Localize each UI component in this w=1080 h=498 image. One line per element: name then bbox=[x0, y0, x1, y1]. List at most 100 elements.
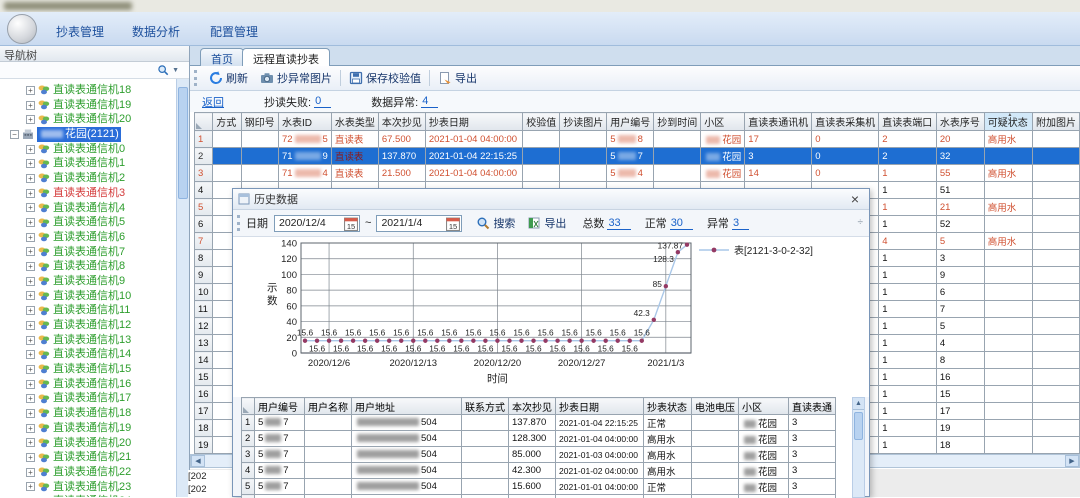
tree-expander-icon[interactable]: + bbox=[26, 291, 35, 300]
column-header[interactable]: 直读表通讯机 bbox=[745, 113, 812, 131]
row-number[interactable]: 10 bbox=[195, 284, 213, 301]
tree-node-communicator[interactable]: +直读表通信机18 bbox=[0, 83, 176, 98]
column-header[interactable]: 水表序号 bbox=[936, 113, 984, 131]
tree-expander-icon[interactable]: + bbox=[26, 86, 35, 95]
tree-expander-icon[interactable]: + bbox=[26, 101, 35, 110]
tree-expander-icon[interactable]: + bbox=[26, 306, 35, 315]
row-number[interactable]: 1 bbox=[195, 131, 213, 148]
tree-node-communicator[interactable]: +直读表通信机23 bbox=[0, 480, 176, 495]
column-header[interactable]: 直读表通 bbox=[789, 398, 836, 415]
tree-expander-icon[interactable]: + bbox=[26, 350, 35, 359]
table-row[interactable] bbox=[242, 495, 836, 498]
row-number[interactable]: 12 bbox=[195, 318, 213, 335]
tree-node-selected-community[interactable]: −花园(2121) bbox=[0, 127, 176, 142]
tree-expander-icon[interactable]: + bbox=[26, 247, 35, 256]
column-header[interactable]: 小区 bbox=[739, 398, 789, 415]
date-to-input[interactable]: 2021/1/4 15 bbox=[376, 215, 462, 232]
dialog-titlebar[interactable]: 历史数据 × bbox=[233, 189, 869, 210]
column-header[interactable]: 用户编号 bbox=[255, 398, 305, 415]
scroll-up-icon[interactable]: ▲ bbox=[853, 398, 864, 410]
row-number[interactable]: 17 bbox=[195, 403, 213, 420]
refresh-button[interactable]: 刷新 bbox=[203, 68, 254, 88]
column-header[interactable]: 联系方式 bbox=[462, 398, 509, 415]
column-header[interactable]: 附加图片 bbox=[1032, 113, 1079, 131]
tree-expander-icon[interactable]: + bbox=[26, 365, 35, 374]
column-header[interactable]: 直读表端口 bbox=[879, 113, 937, 131]
table-row[interactable]: 45750442.3002021-01-02 04:00:00高用水花园3 bbox=[242, 463, 836, 479]
scroll-right-icon[interactable]: ▶ bbox=[1065, 455, 1079, 467]
row-number[interactable] bbox=[242, 495, 255, 498]
search-button[interactable]: 搜索 bbox=[470, 213, 521, 233]
table-row[interactable]: 35750485.0002021-01-03 04:00:00高用水花园3 bbox=[242, 447, 836, 463]
tree-expander-icon[interactable]: + bbox=[26, 145, 35, 154]
tree-node-communicator[interactable]: +直读表通信机2 bbox=[0, 171, 176, 186]
row-number[interactable]: 16 bbox=[195, 386, 213, 403]
capture-abnormal-photo-button[interactable]: 抄异常图片 bbox=[254, 68, 338, 88]
select-all-corner[interactable] bbox=[242, 398, 255, 415]
save-check-value-button[interactable]: 保存校验值 bbox=[343, 68, 427, 88]
table-row[interactable]: 257504128.3002021-01-04 04:00:00高用水花园3 bbox=[242, 431, 836, 447]
tab-remote-direct-reading[interactable]: 远程直读抄表 bbox=[242, 48, 330, 66]
row-number[interactable]: 6 bbox=[195, 216, 213, 233]
table-row[interactable]: 157504137.8702021-01-04 22:15:25正常花园3 bbox=[242, 415, 836, 431]
tree-node-communicator[interactable]: +直读表通信机8 bbox=[0, 259, 176, 274]
tree-node-communicator[interactable]: +直读表通信机12 bbox=[0, 318, 176, 333]
tree-expander-icon[interactable]: + bbox=[26, 409, 35, 418]
tree-node-communicator[interactable]: +直读表通信机18 bbox=[0, 406, 176, 421]
scroll-left-icon[interactable]: ◀ bbox=[191, 455, 205, 467]
total-count[interactable]: 33 bbox=[607, 217, 630, 230]
tree-node-communicator[interactable]: +直读表通信机19 bbox=[0, 98, 176, 113]
row-number[interactable]: 11 bbox=[195, 301, 213, 318]
column-header[interactable]: 方式 bbox=[213, 113, 241, 131]
column-header[interactable]: 本次抄见 bbox=[378, 113, 425, 131]
abnormal-count[interactable]: 3 bbox=[732, 217, 749, 230]
tree-node-communicator[interactable]: +直读表通信机21 bbox=[0, 450, 176, 465]
calendar-icon[interactable]: 15 bbox=[344, 217, 358, 234]
row-number[interactable]: 7 bbox=[195, 233, 213, 250]
close-icon[interactable]: × bbox=[846, 191, 864, 207]
column-header[interactable]: 可疑状态▴ bbox=[984, 113, 1032, 131]
tree-expander-icon[interactable]: + bbox=[26, 394, 35, 403]
tree-node-communicator[interactable]: +直读表通信机20 bbox=[0, 112, 176, 127]
tree-node-communicator[interactable]: +直读表通信机3 bbox=[0, 186, 176, 201]
tree-node-communicator[interactable]: +直读表通信机4 bbox=[0, 201, 176, 216]
tab-home[interactable]: 首页 bbox=[200, 48, 244, 66]
tree-node-communicator[interactable]: +直读表通信机11 bbox=[0, 303, 176, 318]
tree-expander-icon[interactable]: + bbox=[26, 321, 35, 330]
table-row[interactable]: 55750415.6002021-01-01 04:00:00正常花园3 bbox=[242, 479, 836, 495]
column-header[interactable]: 水表ID bbox=[278, 113, 331, 131]
normal-count[interactable]: 30 bbox=[670, 217, 693, 230]
row-number[interactable]: 15 bbox=[195, 369, 213, 386]
tree-node-communicator[interactable]: +直读表通信机17 bbox=[0, 391, 176, 406]
tree-node-communicator[interactable]: +直读表通信机1 bbox=[0, 156, 176, 171]
tree-expander-icon[interactable]: + bbox=[26, 189, 35, 198]
back-link[interactable]: 返回 bbox=[202, 94, 224, 110]
search-icon[interactable] bbox=[157, 64, 169, 76]
tree-expander-icon[interactable]: + bbox=[26, 203, 35, 212]
select-all-corner[interactable] bbox=[195, 113, 213, 131]
column-header[interactable]: 用户编号 bbox=[607, 113, 654, 131]
tree-node-communicator[interactable]: +直读表通信机20 bbox=[0, 436, 176, 451]
menu-config-management[interactable]: 配置管理 bbox=[204, 21, 264, 42]
row-number[interactable]: 2 bbox=[195, 148, 213, 165]
chevron-down-icon[interactable]: ▼ bbox=[172, 67, 179, 74]
column-header[interactable]: 抄表状态 bbox=[644, 398, 692, 415]
column-header[interactable]: 直读表采集机 bbox=[812, 113, 879, 131]
tree-expander-icon[interactable]: + bbox=[26, 218, 35, 227]
row-number[interactable]: 19 bbox=[195, 437, 213, 454]
table-row[interactable]: 1725直读表67.5002021-01-04 04:00:0058花园1702… bbox=[195, 131, 1080, 148]
tree-expander-icon[interactable]: + bbox=[26, 424, 35, 433]
read-fail-count[interactable]: 0 bbox=[314, 95, 331, 108]
row-number[interactable]: 18 bbox=[195, 420, 213, 437]
column-header[interactable]: 小区 bbox=[701, 113, 745, 131]
tree-node-communicator[interactable]: +直读表通信机0 bbox=[0, 142, 176, 157]
column-header[interactable]: 电池电压 bbox=[692, 398, 739, 415]
tree-scrollbar[interactable] bbox=[176, 79, 189, 497]
row-number[interactable]: 4 bbox=[242, 463, 255, 479]
tree-node-communicator[interactable]: +直读表通信机16 bbox=[0, 377, 176, 392]
tree-expander-icon[interactable]: + bbox=[26, 174, 35, 183]
column-header[interactable]: 抄表日期 bbox=[556, 398, 644, 415]
export-history-button[interactable]: 导出 bbox=[521, 213, 572, 233]
tree-expander-icon[interactable]: + bbox=[26, 233, 35, 242]
row-number[interactable]: 5 bbox=[195, 199, 213, 216]
